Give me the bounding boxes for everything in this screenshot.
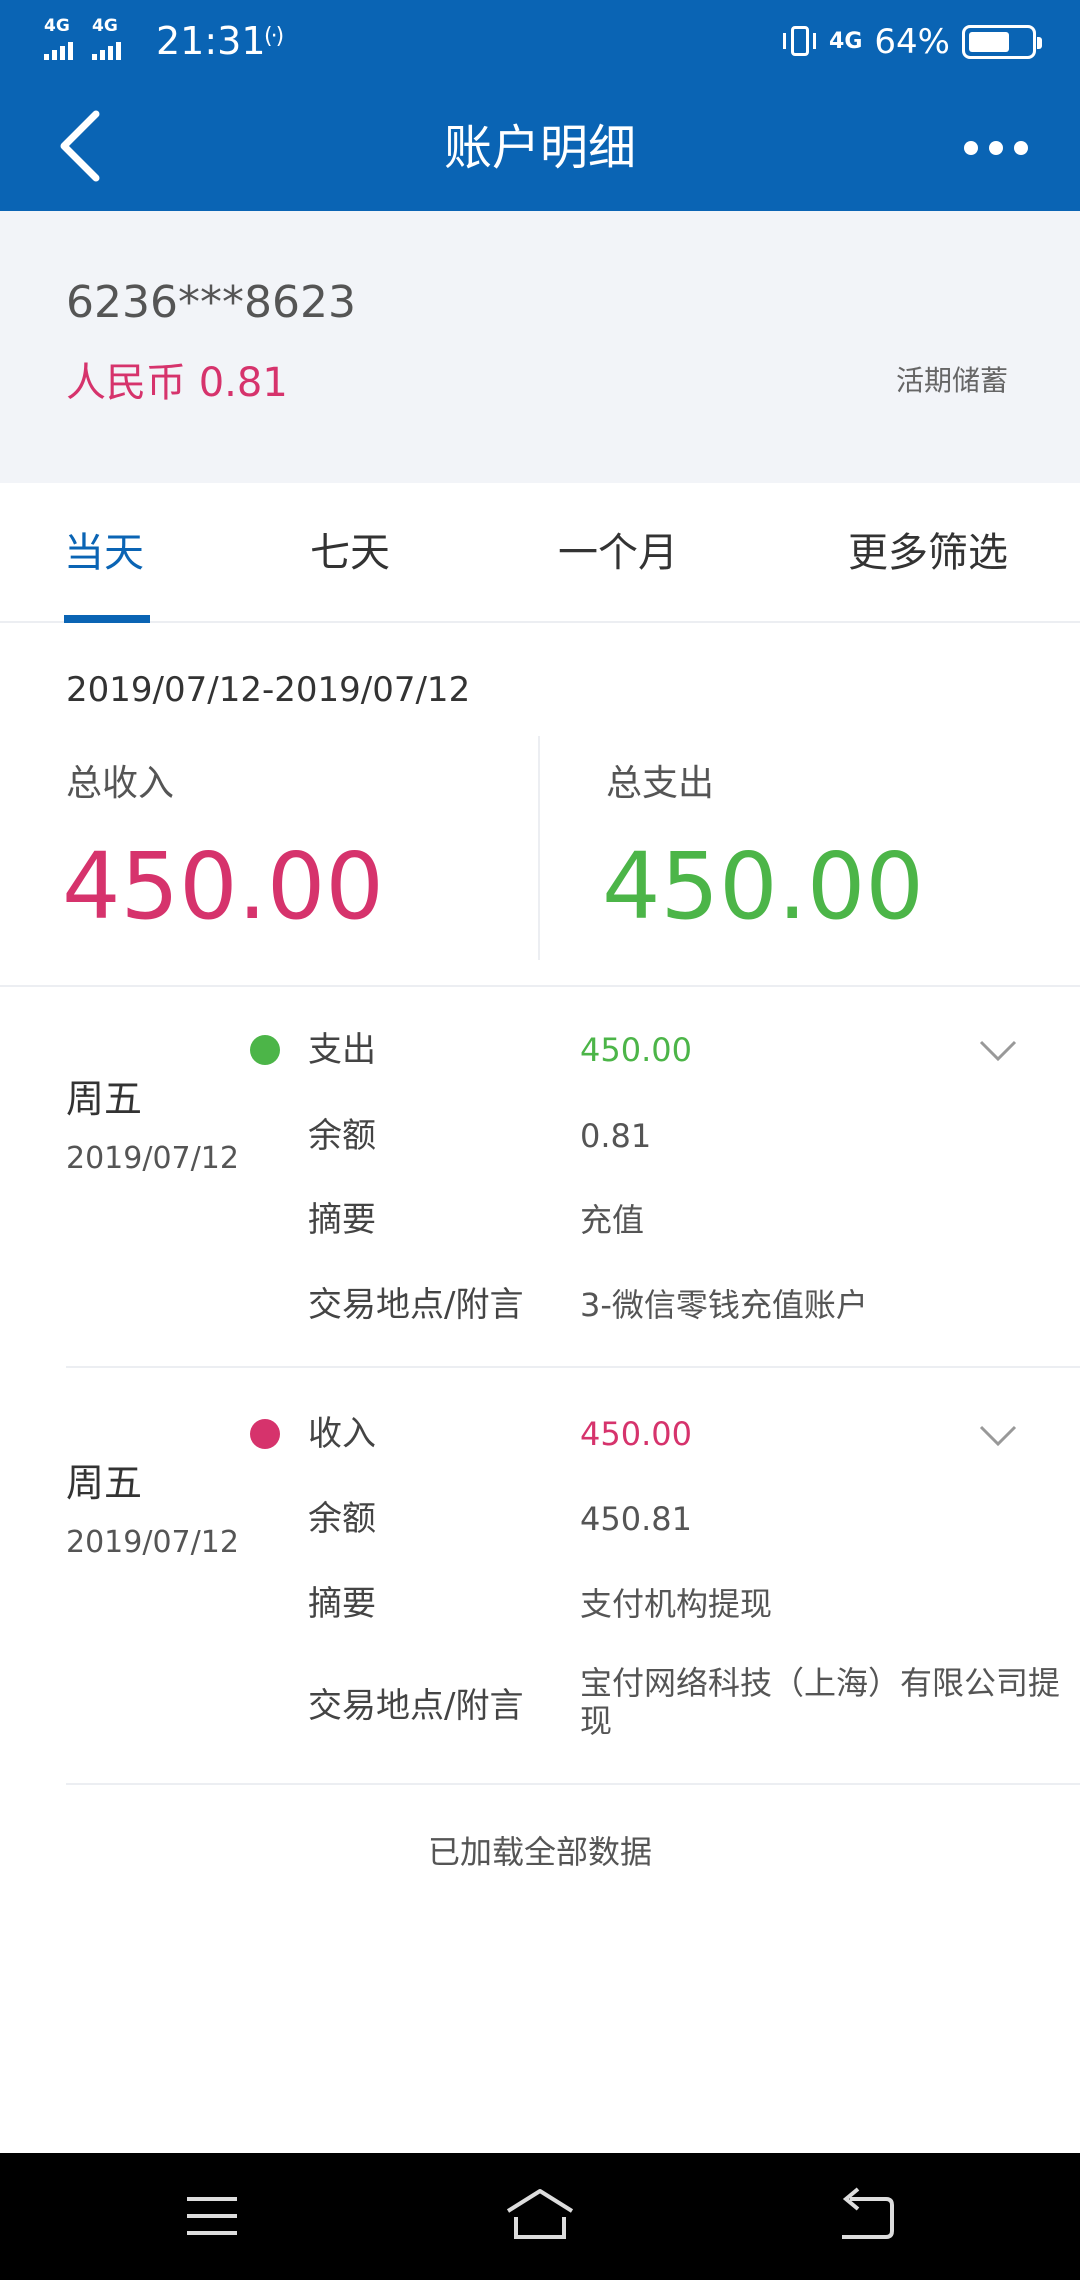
tab-one-month[interactable]: 一个月 [558,523,678,583]
tab-today[interactable]: 当天 [64,523,144,583]
more-dots-icon [964,141,978,155]
back-nav-button[interactable] [828,2183,908,2249]
income-dot-icon [250,1419,280,1449]
transaction-amount: 450.00 [580,1031,692,1069]
system-nav-bar [0,2153,1080,2280]
transaction-type: 收入 [308,1414,376,1454]
signal-icon: 4G [829,29,863,54]
network-type-label: 4G [92,16,118,36]
tab-seven-days[interactable]: 七天 [310,523,390,583]
account-balance: 人民币 0.81 [66,360,288,406]
summary-divider [538,736,540,960]
vibrate-icon [783,24,817,60]
nfc-icon: (·) [264,24,284,49]
total-expense-label: 总支出 [606,763,715,804]
summary-label: 摘要 [308,1200,376,1240]
location-label: 交易地点/附言 [308,1285,524,1325]
transaction-type: 支出 [308,1030,376,1070]
tab-indicator [64,615,150,623]
summary-value: 支付机构提现 [580,1585,773,1623]
transaction-weekday: 周五 [66,1461,143,1505]
total-expense-value: 450.00 [602,833,924,940]
expense-dot-icon [250,1035,280,1065]
total-income-label: 总收入 [66,763,175,804]
page-title: 账户明细 [443,120,636,176]
tab-more-filters[interactable]: 更多筛选 [848,523,1008,583]
signal-icon: 4G [92,18,132,62]
load-all-notice: 已加载全部数据 [427,1833,652,1871]
account-number: 6236***8623 [66,277,356,328]
menu-button[interactable] [172,2183,252,2249]
transaction-divider [66,1783,1080,1785]
transaction-date: 2019/07/12 [66,1141,239,1176]
status-time: 21:31 [156,19,266,63]
balance-value: 0.81 [580,1117,652,1155]
summary-label: 摘要 [308,1584,376,1624]
summary-value: 充值 [580,1201,645,1239]
date-range: 2019/07/12-2019/07/12 [66,670,471,710]
signal-icon: 4G [44,18,84,62]
balance-value: 450.81 [580,1500,692,1538]
account-card: 6236***8623 人民币 0.81 活期储蓄 [0,211,1080,483]
network-type-label: 4G [44,16,70,36]
status-bar: 4G 4G 21:31 (·) 4G 64% [0,0,1080,84]
location-value: 宝付网络科技（上海）有限公司提现 [580,1664,1061,1740]
home-icon [506,2189,574,2239]
battery-percent: 64% [874,22,950,62]
more-button[interactable] [964,128,1028,168]
transaction-weekday: 周五 [66,1077,143,1121]
total-income-value: 450.00 [62,833,384,940]
transaction-date: 2019/07/12 [66,1525,239,1560]
transaction-amount: 450.00 [580,1415,692,1453]
filter-tabs: 当天 七天 一个月 更多筛选 [0,483,1080,623]
account-type: 活期储蓄 [895,364,1008,397]
battery-fill [969,32,1009,52]
chevron-down-icon[interactable] [978,1424,1018,1448]
battery-icon [962,25,1042,59]
location-label: 交易地点/附言 [308,1686,524,1726]
home-button[interactable] [500,2183,580,2249]
back-icon [842,2187,894,2239]
transaction-divider [66,1366,1080,1368]
menu-icon [187,2197,237,2235]
chevron-down-icon[interactable] [978,1039,1018,1063]
status-right-group: 4G 64% [783,18,1042,66]
location-value: 3-微信零钱充值账户 [580,1286,868,1324]
balance-label: 余额 [308,1116,376,1156]
balance-label: 余额 [308,1499,376,1539]
signal-group: 4G 4G [44,18,132,62]
summary-divider-bottom [0,985,1080,987]
